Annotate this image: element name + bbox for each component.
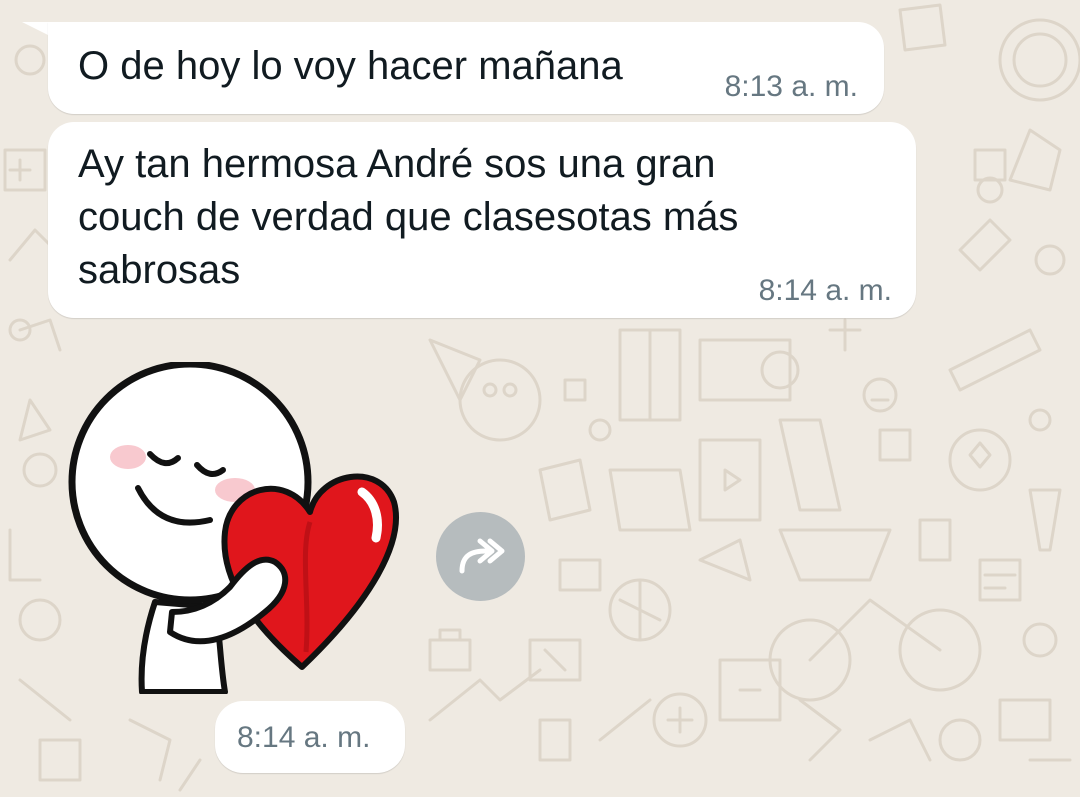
message-timestamp: 8:14 a. m. (237, 721, 371, 754)
incoming-message[interactable]: O de hoy lo voy hacer mañana 8:13 a. m. (48, 22, 884, 114)
forward-arrow-icon (459, 538, 504, 573)
message-timestamp: 8:14 a. m. (758, 274, 892, 307)
sticker-image (68, 360, 399, 695)
incoming-message[interactable]: Ay tan hermosa André sos una gran couch … (48, 122, 916, 318)
forward-button[interactable] (436, 512, 525, 601)
hugging-heart-sticker[interactable] (60, 360, 405, 695)
message-timestamp: 8:13 a. m. (724, 70, 858, 103)
message-text: Ay tan hermosa André sos una gran couch … (78, 142, 739, 292)
sticker-timestamp-pill: 8:14 a. m. (215, 701, 405, 773)
message-text: O de hoy lo voy hacer mañana (78, 44, 623, 88)
